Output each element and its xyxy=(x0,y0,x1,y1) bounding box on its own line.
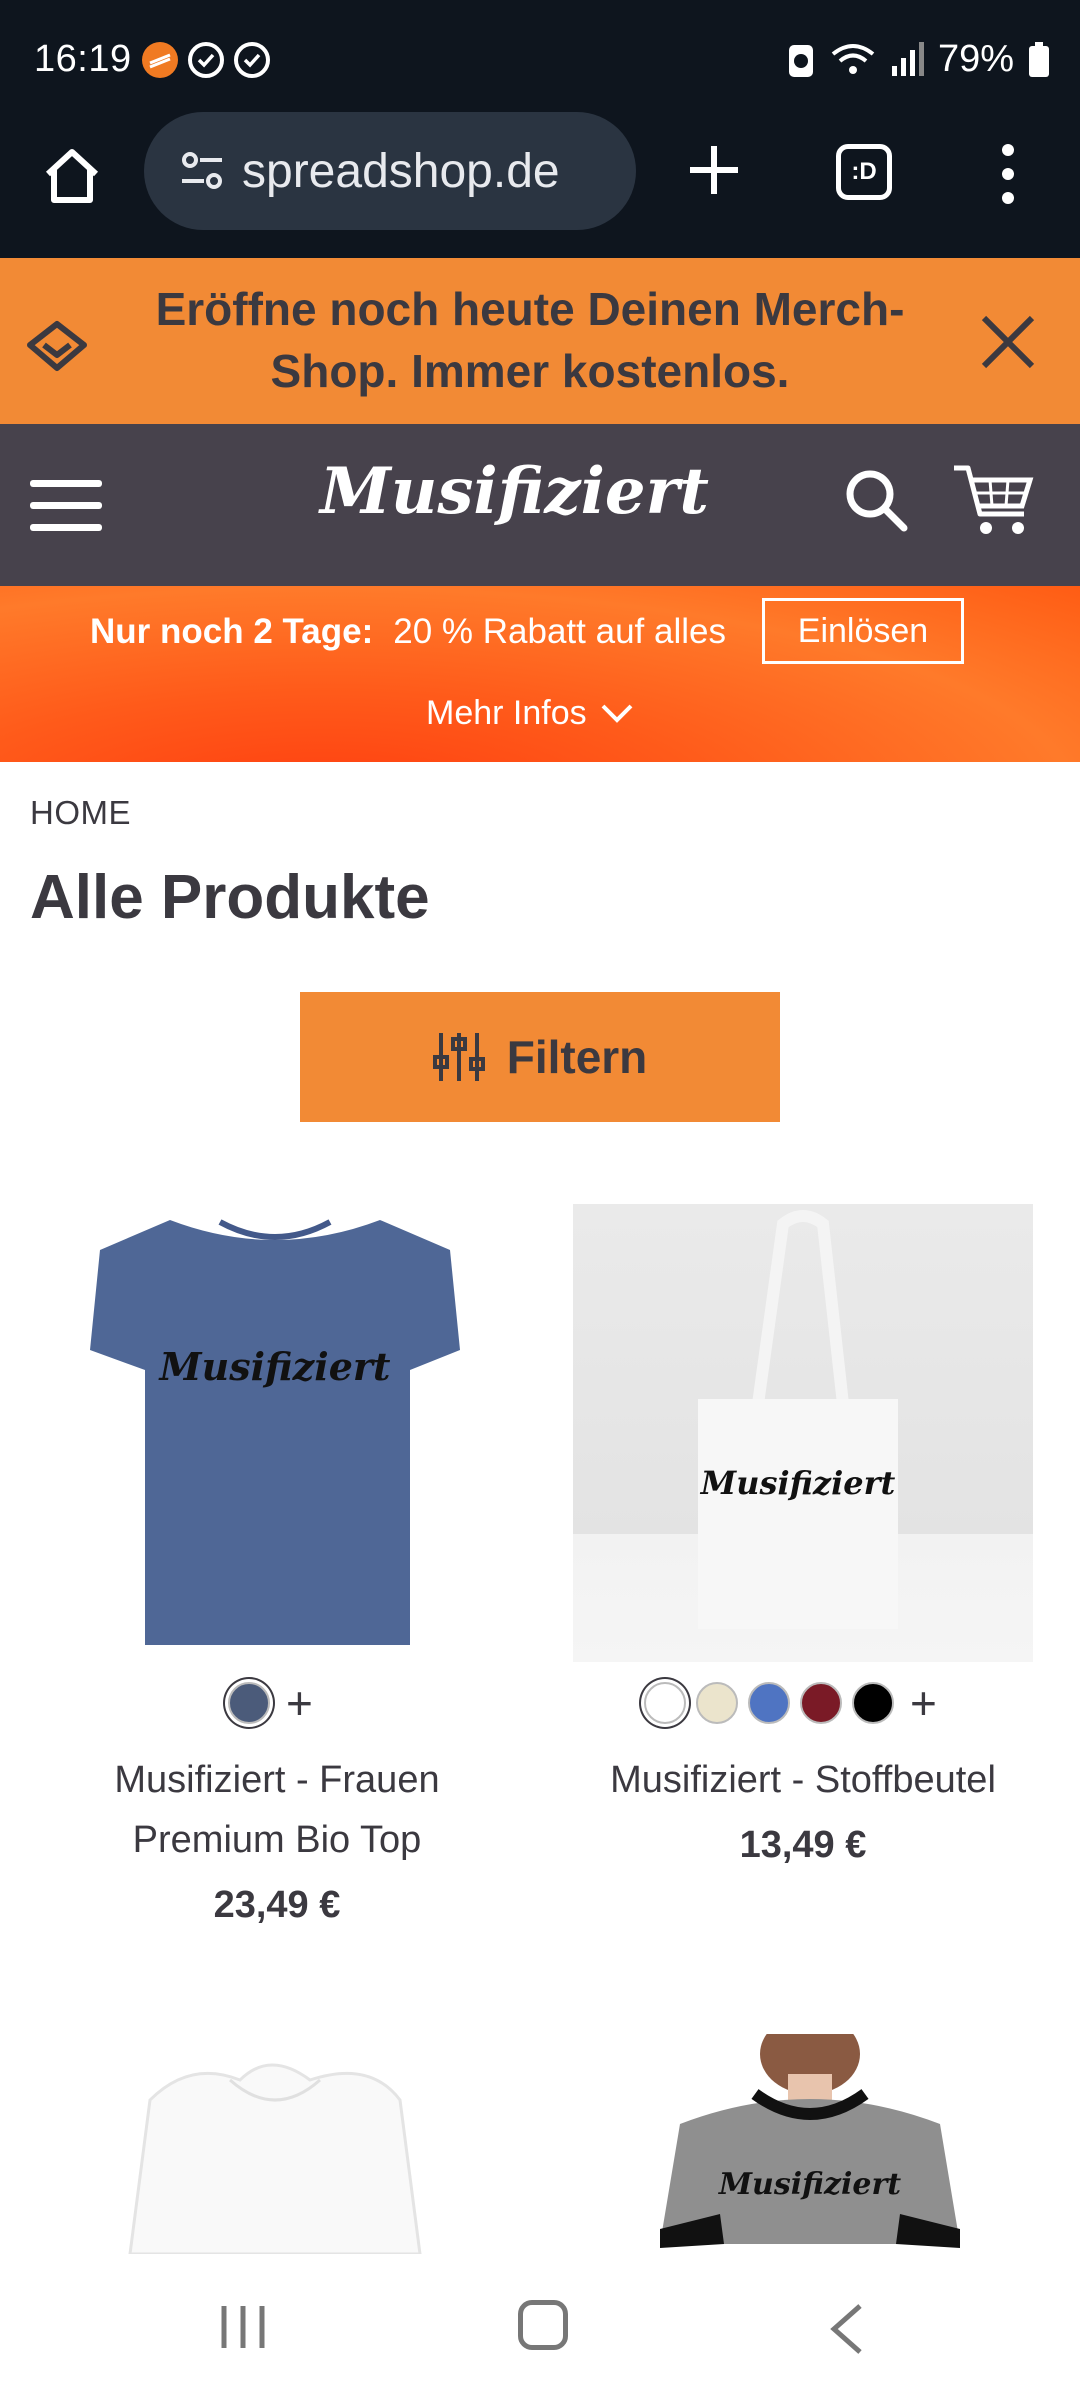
shop-header: Musifiziert xyxy=(0,424,1080,586)
product-print: Musifiziert xyxy=(718,2167,901,2202)
new-tab-icon[interactable] xyxy=(684,140,744,200)
product-image[interactable]: Musifiziert xyxy=(660,2034,960,2254)
product-print: Musifiziert xyxy=(700,1464,896,1502)
status-right: 79% xyxy=(786,38,1050,81)
redeem-button[interactable]: Einlösen xyxy=(762,598,964,664)
notification-icons xyxy=(142,42,270,78)
url-bar[interactable]: spreadshop.de xyxy=(144,112,636,230)
site-settings-icon[interactable] xyxy=(174,143,230,199)
diamond-logo-icon xyxy=(27,321,87,371)
nav-home-icon[interactable] xyxy=(518,2300,568,2350)
color-swatch[interactable] xyxy=(800,1682,842,1724)
close-icon[interactable] xyxy=(976,310,1040,374)
check-circle-icon xyxy=(188,42,224,78)
back-icon[interactable] xyxy=(826,2302,866,2356)
sale-row: Nur noch 2 Tage: 20 % Rabatt auf alles xyxy=(90,612,726,652)
shop-logo[interactable]: Musifiziert xyxy=(320,454,709,564)
color-swatch[interactable] xyxy=(644,1682,686,1724)
battery-percent: 79% xyxy=(937,38,1014,80)
more-colors-icon[interactable]: + xyxy=(286,1680,313,1726)
color-swatch[interactable] xyxy=(228,1682,270,1724)
sale-deadline: Nur noch 2 Tage: xyxy=(90,612,374,651)
battery-icon xyxy=(1029,41,1049,77)
color-swatch[interactable] xyxy=(748,1682,790,1724)
promo-text[interactable]: Eröffne noch heute Deinen Merch-Shop. Im… xyxy=(110,278,950,402)
browser-toolbar: spreadshop.de :D xyxy=(0,112,1080,258)
product-image[interactable] xyxy=(110,2040,440,2254)
product-price: 23,49 € xyxy=(213,1884,341,1926)
product-name[interactable]: Musifiziert - Stoffbeutel xyxy=(566,1750,1040,1810)
filter-label: Filtern xyxy=(506,1031,648,1083)
sale-text: 20 % Rabatt auf alles xyxy=(393,612,726,651)
data-saver-icon xyxy=(788,44,813,77)
product-print: Musifiziert xyxy=(158,1344,391,1389)
home-icon[interactable] xyxy=(40,144,104,208)
more-menu-icon[interactable] xyxy=(996,142,1020,206)
product-name[interactable]: Musifiziert - Frauen Premium Bio Top xyxy=(40,1750,514,1870)
status-bar: 16:19 79% xyxy=(0,0,1080,118)
product-image[interactable]: Musifiziert xyxy=(60,1200,490,1660)
color-swatches: + xyxy=(228,1680,313,1726)
tab-switcher-button[interactable]: :D xyxy=(836,144,892,200)
breadcrumb[interactable]: HOME xyxy=(30,794,131,832)
filter-sliders-icon xyxy=(432,1033,485,1081)
color-swatches: + xyxy=(644,1680,937,1726)
sale-banner: Nur noch 2 Tage: 20 % Rabatt auf alles E… xyxy=(0,586,1080,762)
filter-button[interactable]: Filtern xyxy=(300,992,780,1122)
more-colors-icon[interactable]: + xyxy=(910,1680,937,1726)
product-price: 13,49 € xyxy=(739,1824,867,1866)
chevron-down-icon xyxy=(601,704,633,723)
more-info-link[interactable]: Mehr Infos xyxy=(426,694,635,733)
cart-icon[interactable] xyxy=(950,460,1036,540)
check-circle-icon xyxy=(234,42,270,78)
system-nav-bar xyxy=(0,2256,1080,2400)
menu-icon[interactable] xyxy=(30,480,102,534)
promo-banner: Eröffne noch heute Deinen Merch-Shop. Im… xyxy=(0,258,1080,424)
app-notification-icon xyxy=(142,42,178,78)
signal-icon xyxy=(891,41,924,76)
url-text: spreadshop.de xyxy=(242,144,560,198)
search-icon[interactable] xyxy=(840,464,912,536)
wifi-icon xyxy=(831,43,875,74)
status-time: 16:19 xyxy=(34,38,132,80)
recent-apps-icon[interactable] xyxy=(218,2302,268,2352)
product-image[interactable]: Musifiziert xyxy=(573,1204,1033,1662)
page-title: Alle Produkte xyxy=(30,863,430,932)
color-swatch[interactable] xyxy=(696,1682,738,1724)
color-swatch[interactable] xyxy=(852,1682,894,1724)
more-info-label: Mehr Infos xyxy=(426,694,587,732)
